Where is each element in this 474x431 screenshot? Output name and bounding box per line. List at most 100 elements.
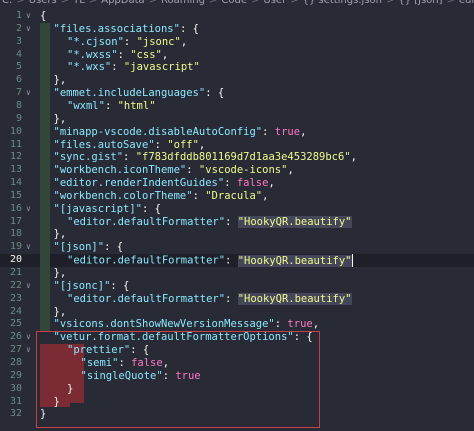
json-punctuation: , xyxy=(312,318,320,331)
code-text: "[javascript]": { xyxy=(54,203,161,216)
code-text: "editor.defaultFormatter": "HookyQR.beau… xyxy=(67,292,352,306)
json-string: "HookyQR.beautify" xyxy=(237,254,352,267)
breadcrumb-item[interactable]: Roaming xyxy=(161,0,205,6)
code-line[interactable]: 25 "vsicons.dontShowNewVersionMessage": t… xyxy=(0,318,474,331)
code-text: "vsicons.dontShowNewVersionMessage": tru… xyxy=(54,318,320,331)
breadcrumb-item[interactable]: AppData xyxy=(101,0,144,6)
line-number: 10 xyxy=(9,125,22,137)
code-line[interactable]: 22 ∨ "[jsonc]": { xyxy=(0,280,474,293)
fold-chevron-icon[interactable]: ∨ xyxy=(26,280,31,293)
breadcrumb-item[interactable]: editor.defaultFormatter xyxy=(459,0,474,6)
json-punctuation: , xyxy=(198,138,206,151)
code-text: "[json]": { xyxy=(54,241,124,254)
json-string: "css" xyxy=(130,48,162,61)
breadcrumb-separator: > xyxy=(446,0,455,6)
json-punctuation: : xyxy=(154,138,168,151)
json-punctuation: , xyxy=(268,177,275,190)
line-number: 27 xyxy=(9,344,22,356)
code-line[interactable]: 14 "editor.renderIndentGuides": false, xyxy=(0,177,474,190)
breadcrumb-item[interactable]: Code xyxy=(221,0,247,6)
json-punctuation: : xyxy=(117,48,131,61)
code-line[interactable]: 15 "workbench.colorTheme": "Dracula", xyxy=(0,190,474,203)
json-punctuation: }, xyxy=(53,74,67,87)
code-line[interactable]: 3 "*.cjson": "jsonc", xyxy=(0,36,474,49)
code-text: "[jsonc]": { xyxy=(54,280,130,293)
json-string: "off" xyxy=(167,138,199,151)
json-string: "f783dfddb801169d7d1aa3e453289bc6" xyxy=(135,151,351,164)
breadcrumb-item[interactable]: Users xyxy=(29,0,57,6)
line-number: 31 xyxy=(9,395,22,407)
json-punctuation: : xyxy=(225,215,238,228)
breadcrumb-item[interactable]: User xyxy=(263,0,286,6)
code-line[interactable]: 16 ∨ "[javascript]": { xyxy=(0,203,474,216)
fold-chevron-icon[interactable]: ∨ xyxy=(26,87,31,100)
json-punctuation: : { xyxy=(110,279,130,292)
code-line[interactable]: 11 "files.autoSave": "off", xyxy=(0,139,474,152)
code-text: "workbench.colorTheme": "Dracula", xyxy=(54,190,269,203)
json-key: "editor.defaultFormatter" xyxy=(67,292,226,305)
code-text: "emmet.includeLanguages": { xyxy=(54,87,225,100)
code-line[interactable]: 4 "*.wxss": "css", xyxy=(0,49,474,62)
line-number: 18 xyxy=(9,228,22,240)
breadcrumb-separator: > xyxy=(290,0,299,6)
code-text: "minapp-vscode.disableAutoConfig": true, xyxy=(54,126,307,139)
code-line[interactable]: 18}, xyxy=(0,228,474,241)
json-string: "HookyQR.beautify" xyxy=(237,215,352,228)
code-line[interactable]: 7 ∨ "emmet.includeLanguages": { xyxy=(0,87,474,100)
line-number: 20 xyxy=(9,254,22,266)
breadcrumb-item[interactable]: {} [json] xyxy=(398,0,442,6)
breadcrumb-item[interactable]: YL xyxy=(73,0,85,6)
code-line[interactable]: 19 ∨ "[json]": { xyxy=(0,241,474,254)
code-line[interactable]: 21}, xyxy=(0,267,474,280)
line-number: 11 xyxy=(9,138,22,150)
fold-chevron-icon[interactable]: ∨ xyxy=(26,241,31,254)
code-line[interactable]: 13 "workbench.iconTheme": "vscode-icons", xyxy=(0,164,474,177)
line-number: 26 xyxy=(9,331,22,343)
code-text: }, xyxy=(54,306,67,319)
json-punctuation: : xyxy=(192,189,206,202)
line-number: 28 xyxy=(9,356,22,368)
breadcrumb-item[interactable]: C: xyxy=(2,0,12,6)
code-line[interactable]: 5 "*.wxs": "javascript" xyxy=(0,61,474,74)
code-line[interactable]: 2 ∨ "files.associations": { xyxy=(0,23,474,36)
code-line[interactable]: 12 "sync.gist": "f783dfddb801169d7d1aa3e4… xyxy=(0,151,474,164)
json-key: "*.cjson" xyxy=(67,35,124,48)
line-number: 15 xyxy=(9,189,22,201)
fold-chevron-icon[interactable]: ∨ xyxy=(26,331,31,344)
code-line[interactable]: 8 "wxml": "html" xyxy=(0,100,474,113)
code-line[interactable]: 24}, xyxy=(0,306,474,319)
json-key: "editor.defaultFormatter" xyxy=(67,254,226,267)
json-string: "html" xyxy=(117,99,156,112)
code-text: "wxml": "html" xyxy=(67,100,156,113)
line-number: 2 xyxy=(15,22,22,34)
json-boolean: true xyxy=(274,125,301,138)
json-punctuation: : xyxy=(186,164,199,177)
fold-chevron-icon[interactable]: ∨ xyxy=(26,23,31,36)
code-line[interactable]: 23 "editor.defaultFormatter": "HookyQR.be… xyxy=(0,292,474,306)
breadcrumb-item[interactable]: {} settings.json xyxy=(303,0,382,6)
fold-chevron-icon[interactable]: ∨ xyxy=(26,344,31,357)
code-line[interactable]: 20 "editor.defaultFormatter": "HookyQR.be… xyxy=(0,254,474,268)
fold-chevron-icon[interactable]: ∨ xyxy=(26,203,31,216)
line-number: 29 xyxy=(9,369,22,381)
fold-chevron-icon[interactable]: ∨ xyxy=(26,10,31,23)
line-number: 3 xyxy=(15,35,22,47)
line-number: 23 xyxy=(9,292,22,304)
json-punctuation: , xyxy=(350,151,357,164)
json-key: "emmet.includeLanguages" xyxy=(53,87,206,100)
json-punctuation: : { xyxy=(205,87,225,100)
code-line[interactable]: 1 ∨ { xyxy=(0,10,474,23)
code-line[interactable]: 6}, xyxy=(0,74,474,87)
line-number: 25 xyxy=(9,318,22,330)
line-number: 19 xyxy=(9,241,22,253)
code-editor[interactable]: 1 ∨{2 ∨ "files.associations": {3 "*.cjson": … xyxy=(0,10,474,431)
code-text: "editor.renderIndentGuides": false, xyxy=(54,177,275,190)
code-line[interactable]: 17 "editor.defaultFormatter": "HookyQR.be… xyxy=(0,215,474,229)
code-line[interactable]: 10 "minapp-vscode.disableAutoConfig": tru… xyxy=(0,126,474,139)
line-number: 5 xyxy=(15,61,22,73)
code-line[interactable]: 9}, xyxy=(0,113,474,126)
json-punctuation: : { xyxy=(179,22,199,35)
line-number: 6 xyxy=(15,74,22,86)
json-string: "jsonc" xyxy=(136,35,181,48)
breadcrumb-separator: > xyxy=(251,0,260,6)
